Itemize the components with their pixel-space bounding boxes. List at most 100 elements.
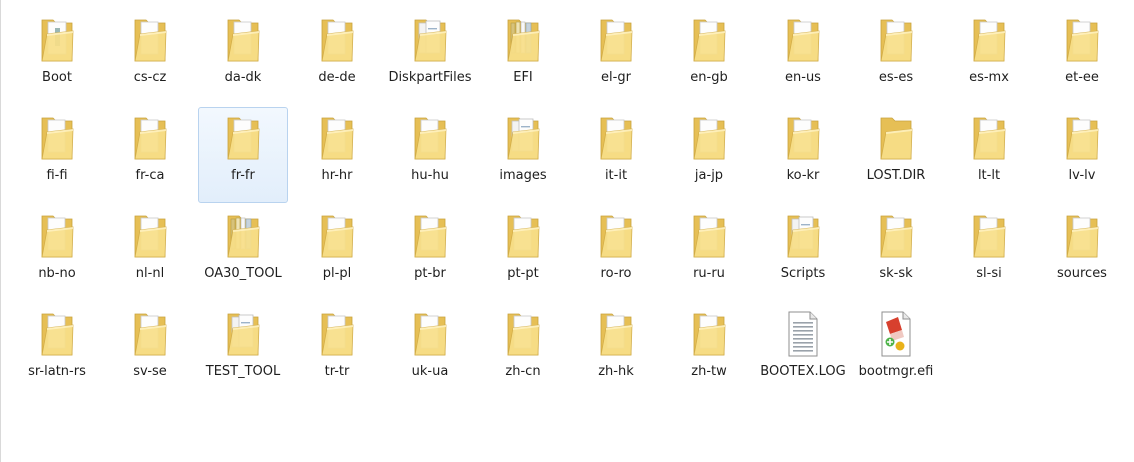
item-label: zh-cn (505, 364, 541, 379)
folder-item[interactable]: ko-kr (758, 107, 848, 203)
folder-item[interactable]: uk-ua (385, 303, 475, 399)
file-item[interactable]: BOOTEX.LOG (758, 303, 848, 399)
folder-item[interactable]: LOST.DIR (851, 107, 941, 203)
item-label: en-gb (690, 70, 728, 85)
item-label: es-mx (969, 70, 1009, 85)
item-label: nb-no (38, 266, 76, 281)
folder-item[interactable]: es-mx (944, 9, 1034, 105)
folder-icon (225, 14, 261, 66)
folder-icon (878, 112, 914, 164)
item-label: ja-jp (694, 168, 724, 183)
item-label: TEST_TOOL (205, 364, 281, 379)
folder-icon (225, 308, 261, 360)
item-label: Scripts (780, 266, 826, 281)
folder-item[interactable]: hr-hr (292, 107, 382, 203)
folder-item[interactable]: de-de (292, 9, 382, 105)
folder-item[interactable]: pt-pt (478, 205, 568, 301)
folder-item[interactable]: tr-tr (292, 303, 382, 399)
folder-item[interactable]: sl-si (944, 205, 1034, 301)
item-label: sources (1057, 266, 1107, 281)
item-label: ro-ro (600, 266, 632, 281)
folder-item[interactable]: Boot (12, 9, 102, 105)
item-label: uk-ua (411, 364, 449, 379)
folder-item[interactable]: OA30_TOOL (198, 205, 288, 301)
folder-icon (132, 112, 168, 164)
folder-icon (785, 112, 821, 164)
folder-item[interactable]: fr-ca (105, 107, 195, 203)
folder-item[interactable]: nb-no (12, 205, 102, 301)
folder-icon (878, 14, 914, 66)
folder-item[interactable]: lv-lv (1037, 107, 1127, 203)
folder-item[interactable]: ru-ru (664, 205, 754, 301)
folder-item[interactable]: it-it (571, 107, 661, 203)
folder-icon (1064, 14, 1100, 66)
folder-item[interactable]: lt-lt (944, 107, 1034, 203)
folder-item[interactable]: es-es (851, 9, 941, 105)
item-label: BOOTEX.LOG (760, 364, 846, 379)
folder-icon (225, 210, 261, 262)
folder-icon (1064, 210, 1100, 262)
folder-item[interactable]: fr-fr (198, 107, 288, 203)
folder-item[interactable]: et-ee (1037, 9, 1127, 105)
item-label: images (499, 168, 547, 183)
folder-item[interactable]: pt-br (385, 205, 475, 301)
folder-item[interactable]: sv-se (105, 303, 195, 399)
item-label: fr-ca (135, 168, 165, 183)
item-label: et-ee (1065, 70, 1099, 85)
folder-item[interactable]: images (478, 107, 568, 203)
item-label: it-it (604, 168, 628, 183)
folder-icon (598, 112, 634, 164)
folder-icon (225, 112, 261, 164)
folder-icon (132, 210, 168, 262)
item-label: pt-pt (507, 266, 539, 281)
folder-item[interactable]: el-gr (571, 9, 661, 105)
item-label: en-us (785, 70, 821, 85)
folder-item[interactable]: fi-fi (12, 107, 102, 203)
folder-item[interactable]: zh-hk (571, 303, 661, 399)
item-label: sr-latn-rs (28, 364, 86, 379)
folder-item[interactable]: en-us (758, 9, 848, 105)
folder-icon (878, 210, 914, 262)
folder-icon (971, 210, 1007, 262)
folder-item[interactable]: sk-sk (851, 205, 941, 301)
folder-icon (505, 14, 541, 66)
folder-item[interactable]: pl-pl (292, 205, 382, 301)
folder-icon (785, 210, 821, 262)
folder-icon (971, 112, 1007, 164)
folder-icon (319, 210, 355, 262)
folder-icon (785, 14, 821, 66)
folder-icon (412, 210, 448, 262)
folder-item[interactable]: nl-nl (105, 205, 195, 301)
folder-item[interactable]: da-dk (198, 9, 288, 105)
folder-item[interactable]: TEST_TOOL (198, 303, 288, 399)
file-item[interactable]: bootmgr.efi (851, 303, 941, 399)
folder-icon (505, 308, 541, 360)
item-label: el-gr (601, 70, 631, 85)
folder-item[interactable]: DiskpartFiles (385, 9, 475, 105)
folder-item[interactable]: hu-hu (385, 107, 475, 203)
item-label: EFI (513, 70, 533, 85)
item-label: LOST.DIR (866, 168, 926, 183)
folder-item[interactable]: sr-latn-rs (12, 303, 102, 399)
folder-icon (319, 308, 355, 360)
folder-item[interactable]: sources (1037, 205, 1127, 301)
text-file-icon (785, 308, 821, 360)
item-label: da-dk (224, 70, 262, 85)
folder-item[interactable]: zh-tw (664, 303, 754, 399)
folder-item[interactable]: ro-ro (571, 205, 661, 301)
folder-item[interactable]: en-gb (664, 9, 754, 105)
folder-item[interactable]: ja-jp (664, 107, 754, 203)
item-label: de-de (318, 70, 356, 85)
folder-item[interactable]: Scripts (758, 205, 848, 301)
item-label: tr-tr (324, 364, 350, 379)
folder-item[interactable]: cs-cz (105, 9, 195, 105)
folder-icon (505, 112, 541, 164)
folder-icon (39, 210, 75, 262)
folder-icon (598, 210, 634, 262)
item-label: ru-ru (693, 266, 725, 281)
folder-item[interactable]: zh-cn (478, 303, 568, 399)
item-label: zh-hk (598, 364, 634, 379)
folder-icon (319, 14, 355, 66)
folder-icon (505, 210, 541, 262)
folder-item[interactable]: EFI (478, 9, 568, 105)
